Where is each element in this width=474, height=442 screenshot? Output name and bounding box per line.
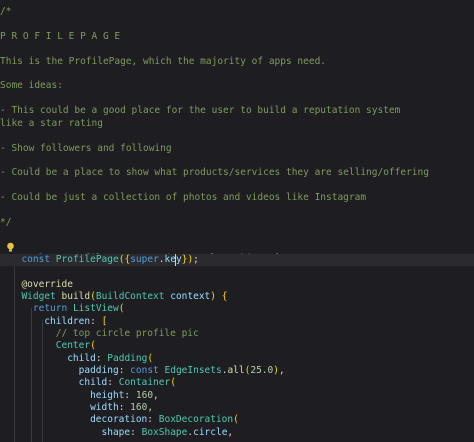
- code-line: child: Padding(: [67, 353, 154, 364]
- code-editor[interactable]: /* P R O F I L E P A G E This is the Pro…: [0, 0, 474, 442]
- code-line: - Could be a place to show what products…: [0, 167, 429, 178]
- code-line: // top circle profile pic: [10, 328, 199, 339]
- code-line: Widget build(BuildContext context) {: [21, 291, 228, 302]
- code-line: - Show followers and following: [0, 143, 172, 154]
- code-line: padding: const EdgeInsets.all(25.0),: [78, 365, 285, 376]
- code-line: - This could be a good place for the use…: [0, 105, 401, 116]
- code-line: P R O F I L E P A G E: [0, 31, 121, 42]
- code-line: height: 160,: [90, 390, 159, 401]
- lightbulb-icon[interactable]: [6, 242, 15, 253]
- code-line: Some ideas:: [0, 80, 63, 91]
- code-line: - Could be just a collection of photos a…: [0, 192, 367, 203]
- code-line: Center(: [55, 340, 96, 351]
- code-line: /*: [0, 6, 12, 17]
- code-line: like a star rating: [0, 118, 103, 129]
- code-line: */: [0, 217, 12, 228]
- text-cursor: [175, 254, 176, 266]
- code-line: width: 160,: [90, 402, 154, 413]
- code-line: shape: BoxShape.circle,: [101, 427, 234, 438]
- code-line: @override: [21, 279, 73, 290]
- code-line: child: Container(: [78, 377, 176, 388]
- code-line: return ListView(: [32, 303, 125, 314]
- code-line: const ProfilePage({super.key});: [21, 254, 199, 265]
- code-line: decoration: BoxDecoration(: [90, 414, 239, 425]
- code-line: class ProfilePage extends StatelessWidge…: [0, 241, 474, 264]
- code-line: This is the ProfilePage, which the major…: [0, 56, 327, 67]
- code-line: children: [: [44, 316, 108, 327]
